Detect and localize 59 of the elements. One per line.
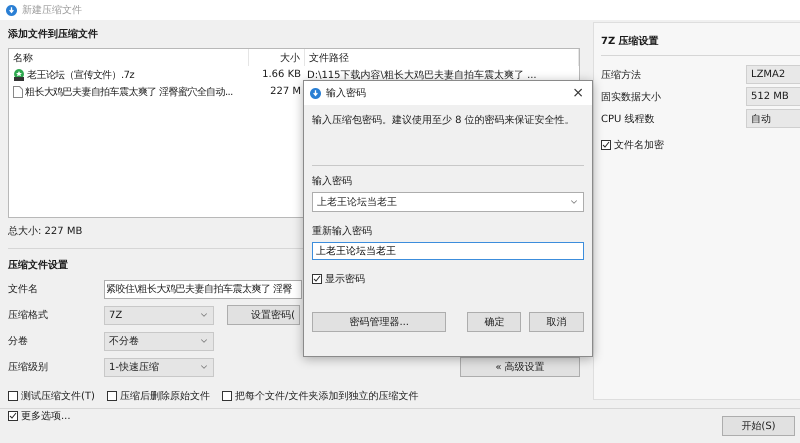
- checkbox-label[interactable]: 更多选项...: [21, 409, 71, 423]
- section-heading: 压缩文件设置: [8, 258, 68, 273]
- cancel-button[interactable]: 取消: [529, 312, 584, 332]
- column-header[interactable]: 文件路径: [305, 49, 579, 66]
- checkbox-label[interactable]: 把每个文件/文件夹添加到独立的压缩文件: [234, 389, 418, 403]
- dropdown[interactable]: LZMA2: [746, 65, 800, 84]
- checkbox-label[interactable]: 显示密码: [325, 272, 365, 286]
- field-label: 固实数据大小: [601, 90, 662, 104]
- checkmark-icon: [9, 412, 17, 420]
- dialog-title: 输入密码: [326, 86, 367, 100]
- app-logo-icon: [310, 88, 321, 98]
- file-name[interactable]: 老王论坛（宣传文件）.7z: [27, 68, 134, 82]
- encrypt-names-checkbox[interactable]: [601, 140, 611, 150]
- show-password-checkbox[interactable]: [312, 274, 322, 284]
- close-button[interactable]: ×: [570, 85, 586, 101]
- document-icon: [13, 86, 23, 98]
- column-header[interactable]: 名称: [9, 49, 249, 66]
- window-title: 新建压缩文件: [22, 4, 82, 17]
- checkbox-label[interactable]: 压缩后删除原始文件: [120, 389, 210, 403]
- dialog-description: 输入压缩包密码。建议使用至少 8 位的密码来保证安全性。: [312, 114, 575, 127]
- column-header[interactable]: 大小: [249, 49, 305, 66]
- password-field[interactable]: 上老王论坛当老王: [312, 192, 584, 212]
- password-manager-button[interactable]: 密码管理器...: [312, 312, 446, 332]
- start-button[interactable]: 开始(S): [722, 416, 795, 436]
- app-logo-icon: [6, 4, 17, 16]
- more-options-checkbox[interactable]: [8, 411, 18, 421]
- field-label: 压缩级别: [8, 360, 49, 374]
- panel-title: 7Z 压缩设置: [601, 34, 659, 49]
- total-size: 总大小: 227 MB: [8, 224, 82, 238]
- confirm-password-field[interactable]: 上老王论坛当老王: [312, 242, 584, 260]
- field-label: 压缩格式: [8, 308, 49, 322]
- checkmark-icon: [602, 141, 610, 149]
- field-label: 重新输入密码: [312, 224, 372, 238]
- dropdown[interactable]: 自动: [746, 109, 800, 128]
- option-checkbox[interactable]: [222, 391, 232, 401]
- dropdown[interactable]: 不分卷: [104, 332, 214, 350]
- archive-icon: [13, 68, 25, 80]
- file-size: 227 M: [269, 86, 301, 97]
- file-size: 1.66 KB: [261, 69, 301, 80]
- ok-button[interactable]: 确定: [467, 312, 522, 332]
- advanced-settings-button[interactable]: « 高级设置: [460, 357, 580, 377]
- checkbox-label[interactable]: 测试压缩文件(T): [21, 389, 95, 403]
- option-checkbox[interactable]: [106, 391, 117, 401]
- dropdown[interactable]: 512 MB: [746, 87, 800, 106]
- field-label: 文件名: [8, 282, 39, 296]
- file-name[interactable]: 粗长大鸡巴夫妻自拍车震太爽了 淫臀蜜穴全自动...: [25, 84, 233, 98]
- field-label: 分卷: [8, 335, 29, 348]
- field-label: CPU 线程数: [601, 112, 656, 126]
- field-label: 压缩方法: [601, 68, 642, 82]
- field-label: 输入密码: [312, 174, 352, 188]
- set-password-button[interactable]: 设置密码(: [227, 305, 300, 325]
- dropdown[interactable]: 1-快速压缩: [104, 358, 214, 376]
- checkmark-icon: [313, 275, 321, 283]
- checkbox-label[interactable]: 文件名加密: [614, 138, 664, 152]
- section-heading: 添加文件到压缩文件: [8, 28, 98, 42]
- file-name-field[interactable]: 紧咬住\粗长大鸡巴夫妻自拍车震太爽了 淫臀: [104, 280, 302, 298]
- dropdown[interactable]: 7Z: [104, 306, 214, 324]
- file-path: D:\115下载内容\粗长大鸡巴夫妻自拍车震太爽了 ...: [306, 68, 537, 82]
- option-checkbox[interactable]: [8, 391, 18, 401]
